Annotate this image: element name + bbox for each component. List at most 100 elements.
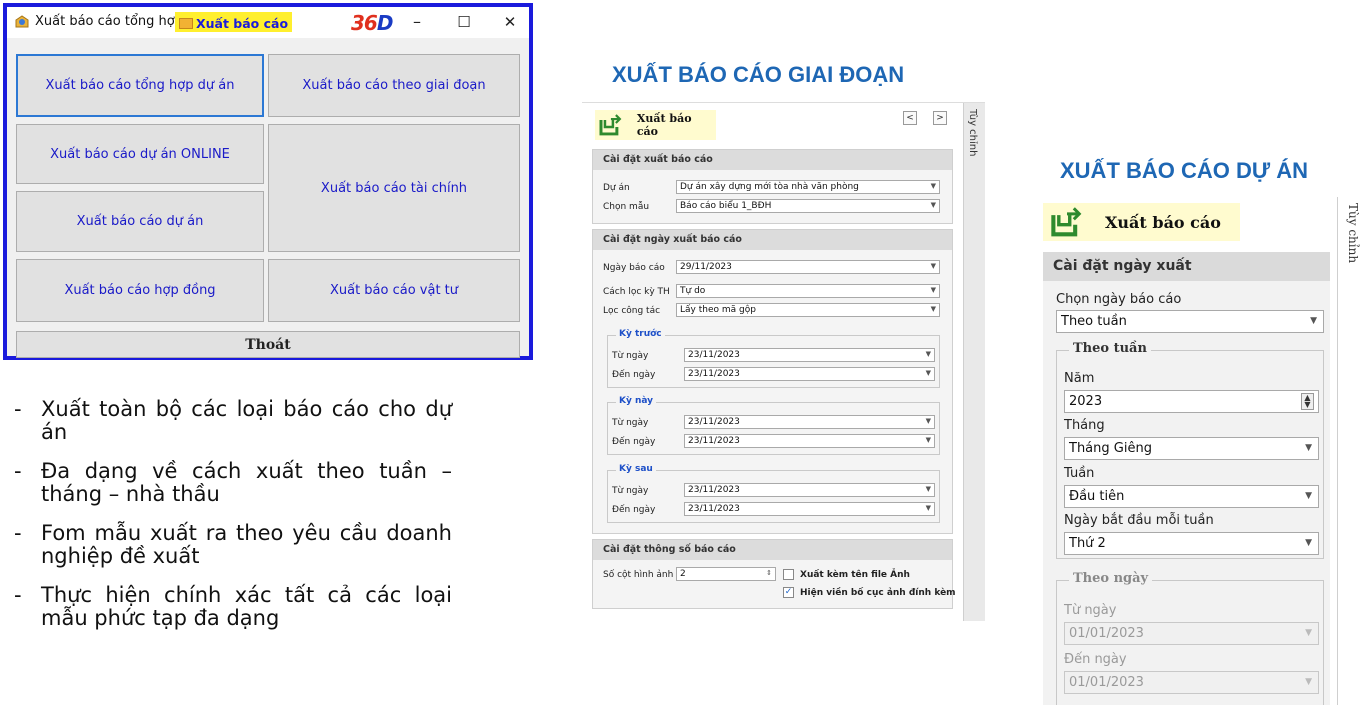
so-cot-stepper[interactable]: 2 ⇕: [676, 567, 776, 581]
ky-nay-title: Kỳ này: [616, 396, 657, 406]
chevron-down-icon: ▼: [925, 417, 931, 425]
thang-label: Tháng: [1064, 418, 1105, 433]
spin-icon: ▲ ▼: [1301, 393, 1314, 410]
group-cai-dat-ngay: Cài đặt ngày xuất báo cáo Ngày báo cáo 2…: [592, 229, 953, 534]
ky-nay-tu-ngay-select[interactable]: 23/11/2023 ▼: [684, 415, 935, 429]
chon-mau-label: Chọn mẫu: [603, 202, 650, 212]
tu-ngay-label: Từ ngày: [1064, 603, 1117, 618]
theo-ngay-group: Theo ngày Từ ngày 01/01/2023 ▼ Đến ngày 0…: [1056, 571, 1324, 705]
btn-bao-cao-tai-chinh[interactable]: Xuất báo cáo tài chính: [268, 124, 520, 252]
feature-list: Xuất toàn bộ các loại báo cáo cho dự án …: [12, 398, 452, 646]
tuan-select[interactable]: Đầu tiên ▼: [1064, 485, 1319, 508]
chevron-down-icon: ▼: [1310, 316, 1317, 326]
list-item: Xuất toàn bộ các loại báo cáo cho dự án: [12, 398, 452, 444]
btn-bao-cao-hop-dong[interactable]: Xuất báo cáo hợp đồng: [16, 259, 264, 322]
ky-sau-title: Kỳ sau: [616, 464, 656, 474]
chk-hien-vien[interactable]: ✓: [783, 587, 794, 598]
chon-mau-select[interactable]: Báo cáo biểu 1_BĐH ▼: [676, 199, 940, 213]
panel-title: Cài đặt ngày xuất: [1043, 252, 1330, 281]
project-report-panel: Xuất báo cáo Cài đặt ngày xuất Chọn ngày…: [1037, 197, 1372, 705]
group-title: Cài đặt thông số báo cáo: [593, 540, 952, 560]
tab-label: Xuất báo cáo: [196, 15, 289, 31]
side-tab-tuy-chinh[interactable]: Tùy chỉnh: [963, 103, 985, 621]
nav-prev-button[interactable]: <: [903, 111, 917, 125]
chevron-down-icon: ▼: [925, 350, 931, 358]
den-ngay-select[interactable]: 01/01/2023 ▼: [1064, 671, 1319, 694]
phase-report-panel: Xuất báo cáo < > Cài đặt xuất báo cáo Dự…: [582, 102, 985, 621]
tu-ngay-select[interactable]: 01/01/2023 ▼: [1064, 622, 1319, 645]
ngay-bao-cao-select[interactable]: 29/11/2023 ▼: [676, 260, 940, 274]
chevron-down-icon: ▼: [1305, 538, 1312, 548]
nam-label: Năm: [1064, 371, 1095, 386]
exit-button[interactable]: Thoát: [16, 331, 520, 358]
den-ngay-label: Đến ngày: [612, 505, 656, 515]
theo-tuan-title: Theo tuần: [1069, 341, 1151, 356]
app-icon: [15, 15, 29, 28]
panel-header: Xuất báo cáo: [1043, 203, 1240, 241]
nav-next-button[interactable]: >: [933, 111, 947, 125]
btn-bao-cao-giai-doan[interactable]: Xuất báo cáo theo giai đoạn: [268, 54, 520, 117]
cach-loc-label: Cách lọc kỳ TH: [603, 287, 670, 297]
den-ngay-label: Đến ngày: [1064, 652, 1127, 667]
thang-select[interactable]: Tháng Giêng ▼: [1064, 437, 1319, 460]
ky-sau-den-ngay-select[interactable]: 23/11/2023 ▼: [684, 502, 935, 516]
group-cai-dat-xuat: Cài đặt xuất báo cáo Dự án Dự án xây dựn…: [592, 149, 953, 224]
ky-truoc-group: Kỳ trước Từ ngày 23/11/2023 ▼ Đến ngày 23…: [607, 329, 940, 388]
loc-cong-tac-label: Lọc công tác: [603, 306, 661, 316]
maximize-button[interactable]: ☐: [451, 11, 477, 33]
list-item: Thực hiện chính xác tất cả các loại mẫu …: [12, 584, 452, 630]
chon-ngay-select[interactable]: Theo tuần ▼: [1056, 310, 1324, 333]
loc-cong-tac-select[interactable]: Lấy theo mã gộp ▼: [676, 303, 940, 317]
bat-dau-label: Ngày bắt đầu mỗi tuần: [1064, 513, 1214, 528]
chevron-down-icon: ▼: [930, 305, 936, 313]
ky-sau-tu-ngay-select[interactable]: 23/11/2023 ▼: [684, 483, 935, 497]
ky-nay-den-ngay-select[interactable]: 23/11/2023 ▼: [684, 434, 935, 448]
btn-bao-cao-vat-tu[interactable]: Xuất báo cáo vật tư: [268, 259, 520, 322]
list-item: Đa dạng về cách xuất theo tuần – tháng –…: [12, 460, 452, 506]
ky-truoc-title: Kỳ trước: [616, 329, 665, 339]
group-title: Cài đặt ngày xuất báo cáo: [593, 230, 952, 250]
chevron-down-icon: ▼: [930, 182, 936, 190]
chevron-down-icon: ▼: [1305, 491, 1312, 501]
group-title: Cài đặt xuất báo cáo: [593, 150, 952, 170]
title-bar: Xuất báo cáo tổng hợp Xuất báo cáo 36D –…: [7, 7, 529, 38]
tu-ngay-label: Từ ngày: [612, 486, 649, 496]
du-an-label: Dự án: [603, 183, 630, 193]
spin-icon: ⇕: [766, 569, 772, 577]
ky-truoc-den-ngay-select[interactable]: 23/11/2023 ▼: [684, 367, 935, 381]
folder-icon: [179, 17, 193, 29]
chevron-down-icon: ▼: [1305, 677, 1312, 687]
report-launcher-window: Xuất báo cáo tổng hợp Xuất báo cáo 36D –…: [3, 3, 533, 360]
panel-main: Xuất báo cáo < > Cài đặt xuất báo cáo Dự…: [582, 103, 962, 621]
btn-bao-cao-tong-hop[interactable]: Xuất báo cáo tổng hợp dự án: [16, 54, 264, 117]
ky-nay-group: Kỳ này Từ ngày 23/11/2023 ▼ Đến ngày 23/1…: [607, 396, 940, 455]
chk-hien-vien-label: Hiện viền bố cục ảnh đính kèm: [800, 588, 956, 598]
chevron-down-icon: ▼: [930, 262, 936, 270]
btn-bao-cao-du-an[interactable]: Xuất báo cáo dự án: [16, 191, 264, 252]
nam-stepper[interactable]: 2023 ▲ ▼: [1064, 390, 1319, 413]
heading-giai-doan: XUẤT BÁO CÁO GIAI ĐOẠN: [612, 62, 905, 87]
list-item: Fom mẫu xuất ra theo yêu cầu doanh nghiệ…: [12, 522, 452, 568]
side-tab-tuy-chinh[interactable]: Tùy chỉnh: [1337, 197, 1372, 705]
close-button[interactable]: ✕: [497, 11, 523, 33]
side-tab-label: Tùy chỉnh: [1346, 203, 1360, 264]
bat-dau-select[interactable]: Thứ 2 ▼: [1064, 532, 1319, 555]
chevron-down-icon: ▼: [930, 201, 936, 209]
du-an-select[interactable]: Dự án xây dựng mới tòa nhà văn phòng ▼: [676, 180, 940, 194]
chevron-down-icon: ▼: [925, 485, 931, 493]
window-title: Xuất báo cáo tổng hợp: [35, 14, 183, 29]
tuan-label: Tuần: [1064, 466, 1095, 481]
export-icon: [599, 114, 622, 136]
cach-loc-select[interactable]: Tự do ▼: [676, 284, 940, 298]
ky-truoc-tu-ngay-select[interactable]: 23/11/2023 ▼: [684, 348, 935, 362]
chk-xuat-ten-file[interactable]: [783, 569, 794, 580]
minimize-button[interactable]: –: [404, 11, 430, 33]
side-tab-label: Tùy chỉnh: [967, 109, 978, 157]
den-ngay-label: Đến ngày: [612, 370, 656, 380]
panel-header-title: Xuất báo cáo: [1105, 212, 1221, 232]
panel-header-title: Xuất báo cáo: [636, 112, 692, 138]
chevron-down-icon: ▼: [925, 369, 931, 377]
btn-bao-cao-online[interactable]: Xuất báo cáo dự án ONLINE: [16, 124, 264, 184]
tab-xuat-bao-cao[interactable]: Xuất báo cáo: [175, 12, 293, 32]
chevron-down-icon: ▼: [925, 436, 931, 444]
